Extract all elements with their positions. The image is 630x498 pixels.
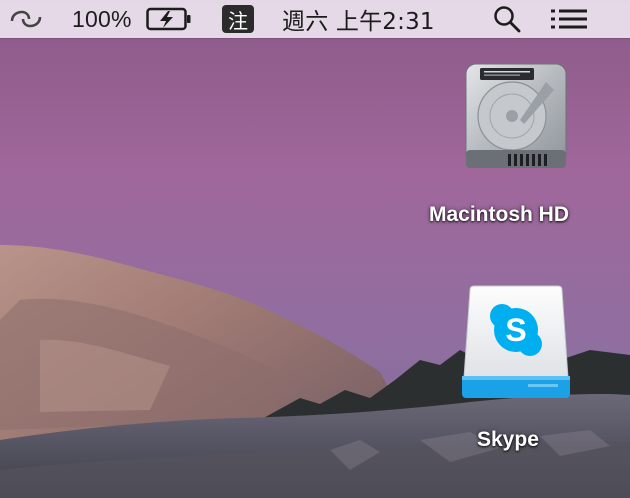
menubar-clock[interactable]: 週六 上午2:31: [282, 0, 435, 38]
skype-drive-icon: S: [462, 285, 570, 398]
svg-text:S: S: [505, 312, 526, 348]
notification-center-icon[interactable]: [549, 0, 589, 38]
hard-drive-icon: [465, 63, 567, 168]
battery-charging-icon[interactable]: [146, 0, 192, 38]
skype-label[interactable]: Skype: [477, 428, 539, 452]
menu-bar: 100% 注 週六 上午2:31: [0, 0, 630, 38]
input-method-menu[interactable]: 注: [222, 0, 254, 38]
macintosh-hd-desktop-icon[interactable]: [458, 60, 574, 183]
link-status-icon[interactable]: [8, 0, 44, 38]
spotlight-search-icon[interactable]: [492, 0, 522, 38]
skype-desktop-icon[interactable]: S: [458, 284, 574, 409]
battery-percent[interactable]: 100%: [72, 0, 132, 38]
input-method-indicator: 注: [222, 5, 254, 33]
macintosh-hd-label[interactable]: Macintosh HD: [429, 203, 569, 227]
desktop[interactable]: 100% 注 週六 上午2:31 Macintosh HD S Skype: [0, 0, 630, 498]
